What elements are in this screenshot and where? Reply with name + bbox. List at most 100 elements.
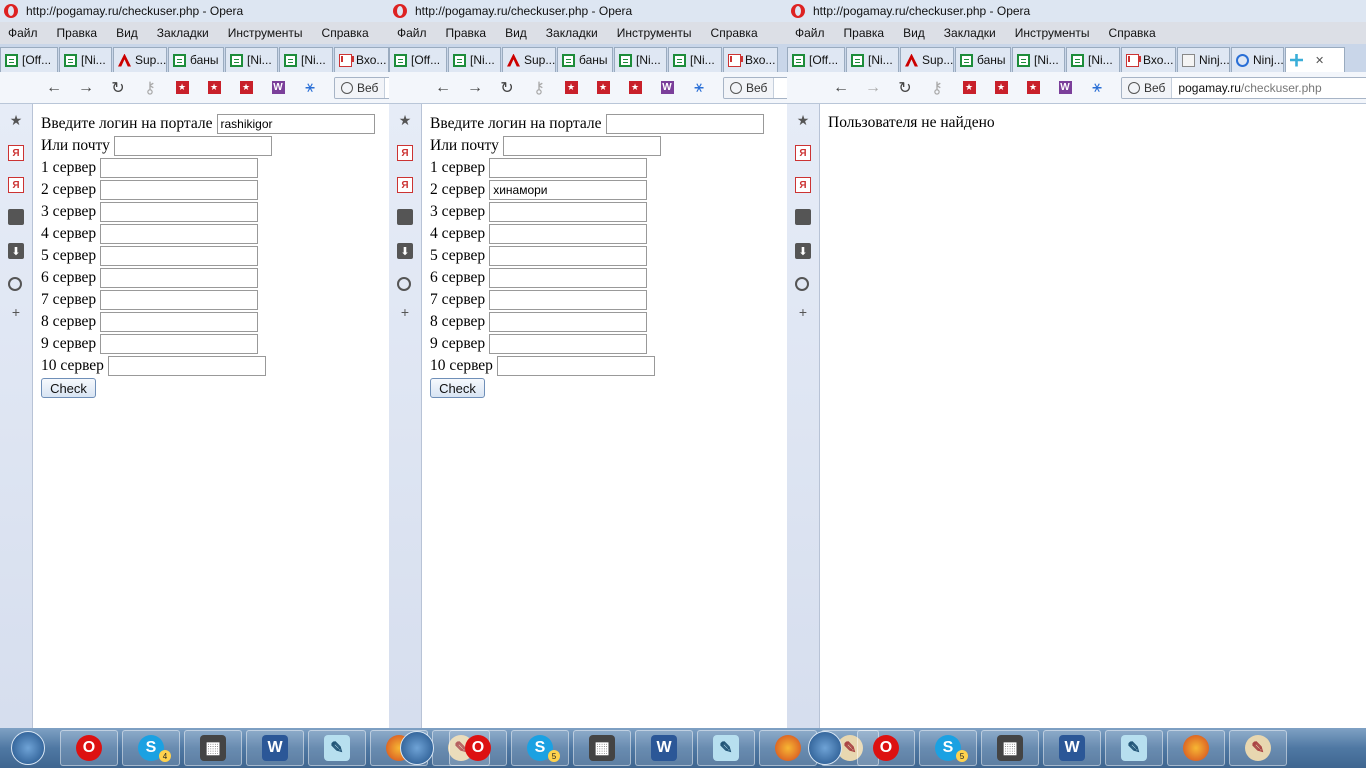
notes-icon[interactable]	[795, 209, 811, 225]
notepad-taskbar-button[interactable]: ✎	[1105, 730, 1163, 766]
browser-tab[interactable]: [Ni...	[279, 47, 333, 72]
add-panel-icon[interactable]: +	[8, 304, 24, 320]
bookmark-star-icon[interactable]: ★	[619, 76, 651, 100]
browser-tab[interactable]: [Ni...	[448, 47, 501, 72]
translate-icon[interactable]: ⚹	[683, 76, 715, 100]
start-button[interactable]	[808, 731, 842, 765]
window-titlebar[interactable]: http://pogamay.ru/checkuser.php - Opera	[389, 0, 787, 22]
yandex-icon[interactable]: Я	[8, 177, 24, 193]
key-icon[interactable]: ⚷	[523, 76, 555, 100]
video-taskbar-button[interactable]: ▦	[573, 730, 631, 766]
address-bar[interactable]: Веб	[723, 76, 787, 99]
menu-item[interactable]: Файл	[8, 26, 38, 40]
opera-taskbar-button[interactable]: O	[449, 730, 507, 766]
close-icon[interactable]: ✕	[1315, 54, 1324, 67]
server-7-field[interactable]	[489, 290, 648, 310]
browser-tab[interactable]: Sup...	[113, 47, 167, 72]
server-2-field[interactable]	[489, 180, 648, 200]
skype-taskbar-button[interactable]: S4	[122, 730, 180, 766]
menu-item[interactable]: Вид	[505, 26, 527, 40]
skype-taskbar-button[interactable]: S5	[919, 730, 977, 766]
bookmark-star-icon[interactable]: ★	[198, 76, 230, 100]
browser-tab[interactable]: Вхо...	[1121, 47, 1176, 72]
bookmark-star-icon[interactable]: ★	[587, 76, 619, 100]
server-4-field[interactable]	[489, 224, 648, 244]
paint-taskbar-button[interactable]: ✎	[1229, 730, 1287, 766]
menu-item[interactable]: Справка	[1109, 26, 1156, 40]
menu-item[interactable]: Закладки	[546, 26, 598, 40]
skype-taskbar-button[interactable]: S5	[511, 730, 569, 766]
bookmarks-star-icon[interactable]: ★	[795, 112, 811, 128]
key-icon[interactable]: ⚷	[134, 76, 166, 100]
menu-item[interactable]: Вид	[903, 26, 925, 40]
email-field[interactable]	[502, 136, 661, 156]
browser-tab[interactable]: Sup...	[502, 47, 556, 72]
forward-icon[interactable]: →	[459, 76, 491, 100]
browser-tab[interactable]: Ninj...	[1177, 47, 1230, 72]
menu-item[interactable]: Файл	[795, 26, 825, 40]
key-icon[interactable]: ⚷	[921, 76, 953, 100]
start-button[interactable]	[11, 731, 45, 765]
server-10-field[interactable]	[107, 356, 266, 376]
forward-icon[interactable]: →	[857, 76, 889, 100]
address-bar[interactable]: Веб pogamay.ru/checkuser.php	[1121, 76, 1366, 99]
menu-item[interactable]: Вид	[116, 26, 138, 40]
menu-item[interactable]: Файл	[397, 26, 427, 40]
yandex-icon[interactable]: Я	[795, 177, 811, 193]
server-7-field[interactable]	[100, 290, 259, 310]
menu-item[interactable]: Инструменты	[228, 26, 303, 40]
browser-tab[interactable]: баны	[168, 47, 224, 72]
login-field[interactable]	[605, 114, 764, 134]
server-6-field[interactable]	[489, 268, 648, 288]
login-field[interactable]	[216, 114, 375, 134]
opera-taskbar-button[interactable]: O	[857, 730, 915, 766]
server-10-field[interactable]	[496, 356, 655, 376]
browser-tab[interactable]: баны	[557, 47, 613, 72]
bookmark-star-icon[interactable]: ★	[985, 76, 1017, 100]
video-taskbar-button[interactable]: ▦	[184, 730, 242, 766]
notepad-taskbar-button[interactable]: ✎	[697, 730, 755, 766]
downloads-icon[interactable]: ⬇	[795, 243, 811, 259]
history-clock-icon[interactable]	[795, 277, 809, 291]
browser-tab[interactable]: Ninj...	[1231, 47, 1284, 72]
server-1-field[interactable]	[100, 158, 259, 178]
bookmarks-star-icon[interactable]: ★	[8, 112, 24, 128]
address-bar[interactable]: Веб	[334, 76, 389, 99]
browser-tab[interactable]: ✕	[1285, 47, 1345, 72]
notes-icon[interactable]	[397, 209, 413, 225]
bookmark-star-icon[interactable]: ★	[230, 76, 262, 100]
back-icon[interactable]: ←	[427, 76, 459, 100]
back-icon[interactable]: ←	[38, 76, 70, 100]
browser-tab[interactable]: [Off...	[389, 47, 447, 72]
menu-item[interactable]: Инструменты	[617, 26, 692, 40]
bookmarks-star-icon[interactable]: ★	[397, 112, 413, 128]
web-search-button[interactable]: Веб	[335, 77, 386, 98]
notes-icon[interactable]	[8, 209, 24, 225]
browser-tab[interactable]: Вхо...	[723, 47, 778, 72]
video-taskbar-button[interactable]: ▦	[981, 730, 1039, 766]
downloads-icon[interactable]: ⬇	[8, 243, 24, 259]
menu-item[interactable]: Закладки	[157, 26, 209, 40]
server-4-field[interactable]	[100, 224, 259, 244]
back-icon[interactable]: ←	[825, 76, 857, 100]
browser-tab[interactable]: [Ni...	[59, 47, 112, 72]
bookmark-star-icon[interactable]: ★	[555, 76, 587, 100]
word-taskbar-button[interactable]: W	[635, 730, 693, 766]
translate-icon[interactable]: ⚹	[294, 76, 326, 100]
window-titlebar[interactable]: http://pogamay.ru/checkuser.php - Opera	[787, 0, 1366, 22]
browser-tab[interactable]: [Ni...	[1012, 47, 1065, 72]
web-search-button[interactable]: Веб	[724, 77, 775, 98]
browser-tab[interactable]: [Off...	[0, 47, 58, 72]
menu-item[interactable]: Правка	[446, 26, 487, 40]
opera-taskbar-button[interactable]: O	[60, 730, 118, 766]
browser-tab[interactable]: [Off...	[787, 47, 845, 72]
browser-tab[interactable]: [Ni...	[846, 47, 899, 72]
reload-icon[interactable]: ↻	[889, 76, 921, 100]
server-1-field[interactable]	[489, 158, 648, 178]
server-6-field[interactable]	[100, 268, 259, 288]
server-5-field[interactable]	[100, 246, 259, 266]
server-2-field[interactable]	[100, 180, 259, 200]
menu-item[interactable]: Инструменты	[1015, 26, 1090, 40]
word-taskbar-button[interactable]: W	[246, 730, 304, 766]
server-3-field[interactable]	[100, 202, 259, 222]
